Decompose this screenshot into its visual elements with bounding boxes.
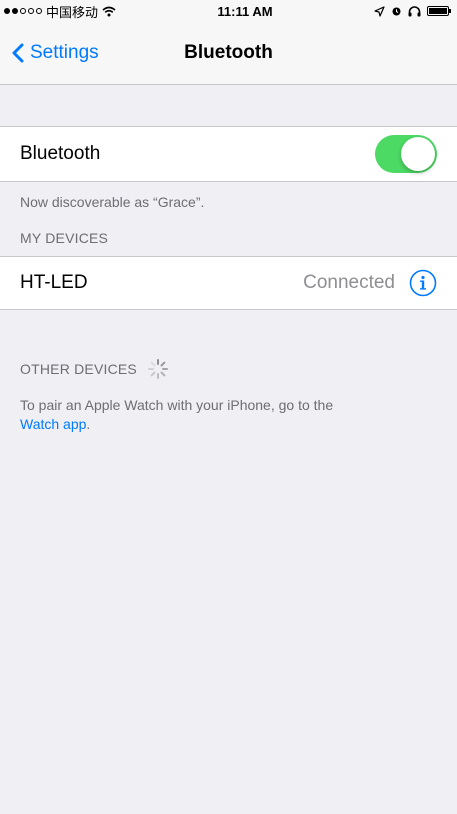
bluetooth-label: Bluetooth — [20, 143, 101, 164]
status-time: 11:11 AM — [217, 3, 273, 19]
status-bar-right — [374, 5, 451, 17]
other-devices-header-row: OTHER DEVICES — [0, 358, 457, 380]
pair-note-suffix: . — [86, 416, 91, 432]
device-row-ht-led[interactable]: HT-LED Connected — [0, 256, 457, 310]
chevron-left-icon — [12, 43, 24, 63]
loading-spinner-icon — [147, 359, 168, 379]
back-button[interactable]: Settings — [12, 22, 99, 84]
status-bar: 中国移动 11:11 AM — [0, 0, 457, 22]
my-devices-header: MY DEVICES — [20, 230, 109, 246]
device-status-group: Connected — [303, 269, 437, 297]
device-status: Connected — [303, 272, 395, 293]
carrier-name: 中国移动 — [46, 4, 99, 20]
apple-watch-pair-note: To pair an Apple Watch with your iPhone,… — [0, 396, 457, 434]
toggle-knob — [401, 137, 435, 171]
location-arrow-icon — [374, 5, 385, 17]
status-bar-left: 中国移动 — [4, 2, 116, 21]
device-name: HT-LED — [20, 272, 88, 293]
bluetooth-toggle-row: Bluetooth — [0, 126, 457, 182]
other-devices-header: OTHER DEVICES — [20, 361, 137, 377]
bluetooth-toggle[interactable] — [375, 135, 437, 173]
watch-app-link[interactable]: Watch app — [20, 416, 86, 432]
discoverable-note: Now discoverable as “Grace”. — [20, 194, 205, 210]
info-icon[interactable] — [409, 269, 437, 297]
navigation-bar: Settings Bluetooth — [0, 22, 457, 85]
signal-strength-icon — [4, 8, 42, 14]
back-button-label: Settings — [30, 42, 99, 63]
battery-icon — [427, 6, 451, 16]
headphones-icon — [408, 5, 421, 16]
pair-note-text: To pair an Apple Watch with your iPhone,… — [20, 397, 334, 413]
wifi-icon — [102, 6, 116, 16]
alarm-clock-icon — [392, 7, 401, 15]
